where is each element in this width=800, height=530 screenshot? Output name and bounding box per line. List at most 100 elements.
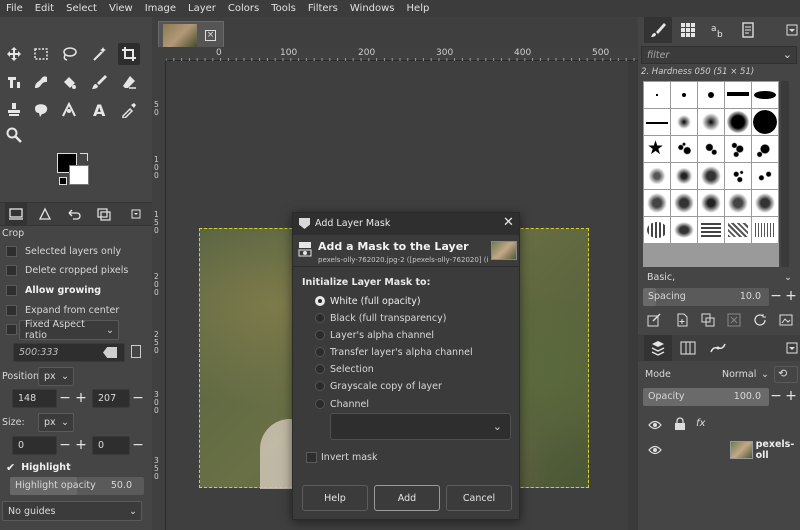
close-tab-icon[interactable]: × <box>205 30 216 41</box>
brush-texture-1[interactable] <box>644 190 670 216</box>
layer-row[interactable]: pexels-oll <box>642 439 800 461</box>
lock-icon[interactable] <box>674 417 686 431</box>
fonts-tab-icon[interactable]: ab <box>704 17 732 43</box>
brushes-tab-icon[interactable] <box>644 17 672 43</box>
size-h-field[interactable]: 0 <box>92 436 130 455</box>
selected-layers-only-option[interactable]: Selected layers only <box>0 244 150 258</box>
layer-visibility-eye-icon[interactable] <box>648 444 662 456</box>
selected-layers-only-checkbox[interactable] <box>6 245 17 257</box>
radio-transfer-alpha[interactable] <box>315 347 325 357</box>
position-y-field[interactable]: 207 <box>92 389 130 408</box>
menu-filters[interactable]: Filters <box>302 0 344 17</box>
position-x-decrement[interactable]: − <box>58 389 72 408</box>
spacing-decrement[interactable]: − <box>769 287 783 306</box>
radio-selection[interactable] <box>315 364 325 374</box>
highlight-opacity-slider[interactable]: Highlight opacity 50.0 <box>10 477 144 495</box>
images-tab-icon[interactable] <box>93 203 115 225</box>
brush-hardness-medium[interactable] <box>725 109 751 135</box>
transform-tool-icon[interactable] <box>3 71 25 93</box>
brush-splatter-1[interactable] <box>671 136 697 162</box>
option-grayscale-label[interactable]: Grayscale copy of layer <box>330 381 442 392</box>
delete-brush-icon[interactable] <box>727 313 741 327</box>
brush-hard-large[interactable] <box>752 109 778 135</box>
vertical-scrollbar[interactable] <box>628 61 638 530</box>
undo-history-tab-icon[interactable] <box>63 203 85 225</box>
background-color-swatch[interactable] <box>69 165 89 185</box>
swap-colors-icon[interactable] <box>80 153 88 161</box>
menu-edit[interactable]: Edit <box>29 0 60 17</box>
brush-line-horizontal[interactable] <box>725 82 751 108</box>
tab-menu-icon[interactable] <box>125 203 147 225</box>
layers-tab-icon[interactable] <box>644 335 672 361</box>
clone-tool-icon[interactable] <box>3 99 25 121</box>
menu-colors[interactable]: Colors <box>222 0 265 17</box>
menu-help[interactable]: Help <box>401 0 436 17</box>
brush-soft-medium[interactable] <box>698 109 724 135</box>
brush-dot[interactable] <box>698 82 724 108</box>
size-h-decrement[interactable]: − <box>131 436 145 455</box>
radio-alpha[interactable] <box>315 330 325 340</box>
brush-grunge-1[interactable] <box>644 163 670 189</box>
brush-splatter-4[interactable] <box>752 136 778 162</box>
device-status-tab-icon[interactable] <box>34 203 56 225</box>
position-x-field[interactable]: 148 <box>12 389 57 408</box>
highlight-checkmark-icon[interactable]: ✔ <box>6 461 15 474</box>
lasso-icon[interactable] <box>58 43 80 65</box>
option-transfer-alpha-label[interactable]: Transfer layer's alpha channel <box>330 347 473 358</box>
visibility-eye-icon[interactable] <box>648 419 662 431</box>
invert-mask-label[interactable]: Invert mask <box>321 452 377 463</box>
effects-icon[interactable]: fx <box>696 418 705 429</box>
crop-tool-icon[interactable] <box>118 43 140 65</box>
channels-tab-icon[interactable] <box>674 335 702 361</box>
brush-splatter-2[interactable] <box>698 136 724 162</box>
brush-pixel[interactable] <box>644 82 670 108</box>
radio-channel[interactable] <box>315 399 325 409</box>
brush-grunge-4[interactable] <box>725 163 751 189</box>
reset-colors-icon[interactable] <box>59 177 67 185</box>
brush-ellipse[interactable] <box>752 82 778 108</box>
fixed-aspect-dropdown[interactable]: Fixed Aspect ratio ⌄ <box>19 319 119 341</box>
highlight-option[interactable]: ✔ Highlight <box>0 460 150 474</box>
edit-brush-icon[interactable] <box>647 313 661 327</box>
add-button[interactable]: Add <box>374 485 440 511</box>
guides-dropdown[interactable]: No guides ⌄ <box>2 501 142 521</box>
brush-dot-small[interactable] <box>671 82 697 108</box>
rect-select-icon[interactable] <box>30 43 52 65</box>
paintbrush-icon[interactable] <box>88 71 110 93</box>
option-selection-label[interactable]: Selection <box>330 364 374 375</box>
size-unit-dropdown[interactable]: px ⌄ <box>38 413 74 432</box>
size-w-field[interactable]: 0 <box>12 436 57 455</box>
layer-mode-dropdown[interactable]: Normal ⌄ <box>716 365 774 384</box>
delete-cropped-checkbox[interactable] <box>6 264 17 276</box>
menu-layer[interactable]: Layer <box>182 0 222 17</box>
brush-grid-scrollbar[interactable] <box>781 81 789 267</box>
size-w-decrement[interactable]: − <box>58 436 72 455</box>
radio-grayscale[interactable] <box>315 381 325 391</box>
brush-texture-3[interactable] <box>698 190 724 216</box>
menu-tools[interactable]: Tools <box>265 0 302 17</box>
option-black-label[interactable]: Black (full transparency) <box>330 313 446 324</box>
paths-tab-icon[interactable] <box>704 335 732 361</box>
expand-from-center-option[interactable]: Expand from center <box>0 303 150 317</box>
allow-growing-option[interactable]: Allow growing <box>0 283 150 297</box>
brush-grunge-3[interactable] <box>698 163 724 189</box>
brush-soft-small[interactable] <box>671 109 697 135</box>
layers-dock-menu-icon[interactable] <box>786 342 798 354</box>
menu-image[interactable]: Image <box>139 0 182 17</box>
option-alpha-label[interactable]: Layer's alpha channel <box>330 330 434 341</box>
brush-line-thin[interactable] <box>644 109 670 135</box>
smudge-tool-icon[interactable] <box>30 99 52 121</box>
bucket-fill-icon[interactable] <box>58 71 80 93</box>
radio-white[interactable] <box>315 296 325 306</box>
radio-black[interactable] <box>315 313 325 323</box>
channel-dropdown[interactable]: ⌄ <box>330 413 511 440</box>
move-tool-icon[interactable] <box>3 43 25 65</box>
color-picker-icon[interactable] <box>118 99 140 121</box>
new-brush-icon[interactable] <box>675 313 689 327</box>
patterns-tab-icon[interactable] <box>674 17 702 43</box>
document-history-tab-icon[interactable] <box>734 17 762 43</box>
brush-filter-field[interactable]: filter ⌄ <box>641 46 797 64</box>
spacing-slider[interactable]: Spacing 10.0 <box>643 288 769 306</box>
chevron-down-icon[interactable]: ⌄ <box>783 48 792 61</box>
close-icon[interactable]: ✕ <box>503 215 514 230</box>
